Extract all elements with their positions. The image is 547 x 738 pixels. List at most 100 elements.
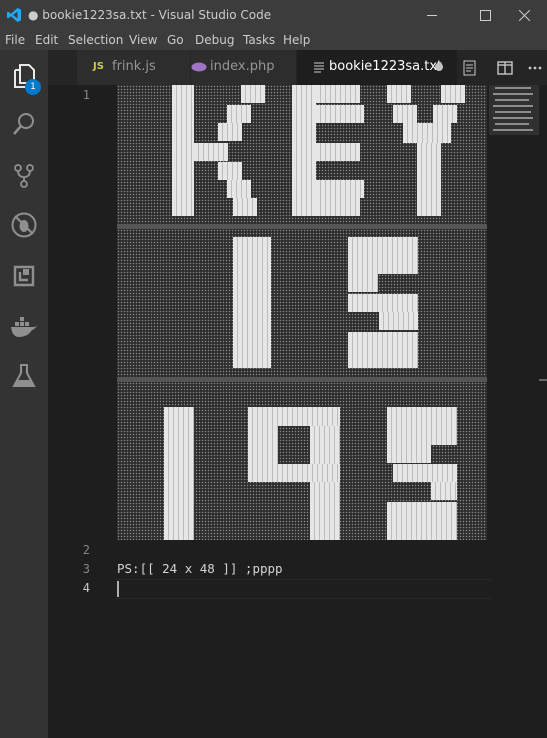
menu-file[interactable]: File [5,33,25,47]
letter-e-bottom [316,180,364,198]
tab-index-php[interactable]: index.php [191,50,296,85]
digit-1-stem [164,407,194,540]
letter-y-right-arm [441,85,465,103]
menu-selection[interactable]: Selection [68,33,123,47]
letter-y-left-arm [387,85,411,103]
flask-icon [12,364,36,387]
menu-tasks[interactable]: Tasks [243,33,275,47]
vertical-scrollbar[interactable] [539,85,547,738]
letter-k-upper-arm [227,105,251,123]
window-title: ● bookie1223sa.txt - Visual Studio Code [28,8,272,22]
art-row-separator [117,224,487,229]
digit-5-left [387,445,431,463]
scrollbar-cursor-marker [539,379,547,381]
letter-y-left-arm [393,105,417,123]
digit-5-right [379,312,418,330]
digit-5-right [431,482,457,500]
editor-area[interactable]: 1 2 3 4 PS:[[24 x 48]] ;pppp [48,85,547,738]
explorer-badge: 1 [25,79,41,95]
menu-view[interactable]: View [129,33,157,47]
title-bar: ● bookie1223sa.txt - Visual Studio Code [0,0,547,30]
digit-5-top [387,407,457,445]
extensions-button[interactable] [0,252,48,300]
minimize-button[interactable] [409,0,455,30]
preview-icon [463,60,476,76]
split-editor-icon [497,61,513,75]
menu-edit[interactable]: Edit [35,33,58,47]
tab-label: index.php [210,59,275,74]
tab-strip: JS frink.js index.php bookie1223sa.txt [48,50,547,85]
digit-5-bottom [348,332,418,368]
digit-5-top [348,256,418,274]
letter-k-mid [194,143,228,161]
digit-5-left [348,274,378,292]
js-file-icon: JS [93,61,104,72]
unsaved-dot-icon[interactable] [435,63,443,71]
source-control-icon [14,164,34,188]
search-button[interactable] [0,100,48,148]
letter-e-bottom [316,198,360,216]
ascii-art-block [117,85,487,540]
digit-5-top [348,237,418,256]
digit-5-bottom [387,502,457,540]
tab-label: bookie1223sa.txt [329,59,443,74]
text-file-icon [314,62,324,73]
letter-k-lower-arm [218,162,242,180]
menu-go[interactable]: Go [167,33,184,47]
ellipsis-icon [528,66,542,70]
vscode-logo-icon [7,8,21,22]
tab-bookie1223sa-txt[interactable]: bookie1223sa.txt [297,50,457,85]
more-actions-button[interactable] [525,58,545,78]
menu-debug[interactable]: Debug [195,33,234,47]
digit-9-middle [248,464,340,482]
php-file-icon [191,62,207,72]
line-number: 4 [82,581,90,595]
letter-k-lower-arm [233,198,257,216]
letter-k-stem [172,85,194,216]
letter-k-lower-arm [227,180,251,198]
letter-y-join [403,123,451,143]
digit-5-middle [348,294,418,312]
line-number: 2 [82,543,90,557]
digit-9-right [310,426,340,540]
explorer-button[interactable]: 1 [0,52,48,100]
menu-help[interactable]: Help [283,33,310,47]
minimize-icon [426,14,437,16]
art-row-separator [117,377,487,382]
letter-k-upper-arm [241,85,265,103]
test-button[interactable] [0,352,48,400]
letter-e-stem [292,85,316,216]
digit-9-top [248,407,340,426]
line-number: 1 [82,88,90,102]
code-line-3: PS:[[ 24 x 48 ]] ;pppp [117,561,283,576]
source-control-button[interactable] [0,152,48,200]
search-icon [13,113,34,135]
minimap[interactable] [489,85,539,135]
open-preview-button[interactable] [460,58,480,78]
letter-e-top [316,85,360,103]
docker-icon [11,317,37,337]
close-button[interactable] [501,0,547,30]
letter-e-top [316,105,364,123]
line-number: 3 [82,562,90,576]
tab-label: frink.js [112,59,156,74]
digit-9-left [248,426,278,464]
close-icon [518,9,530,21]
letter-e-middle [316,143,360,161]
letter-y-right-arm [433,105,457,123]
letter-k-upper-arm [218,123,242,141]
digit-5-middle [393,464,457,482]
debug-button[interactable] [0,201,48,249]
docker-button[interactable] [0,303,48,351]
text-cursor [117,581,119,597]
extensions-icon [13,265,35,287]
current-line-highlight [116,579,492,599]
activity-bar: 1 [0,50,48,738]
maximize-icon [479,9,491,21]
menu-bar: File Edit Selection View Go Debug Tasks … [0,30,547,50]
digit-1-stem [233,237,271,368]
debug-icon [11,212,37,238]
tab-frink-js[interactable]: JS frink.js [77,50,190,85]
letter-y-stem [417,143,441,216]
split-editor-button[interactable] [495,58,515,78]
